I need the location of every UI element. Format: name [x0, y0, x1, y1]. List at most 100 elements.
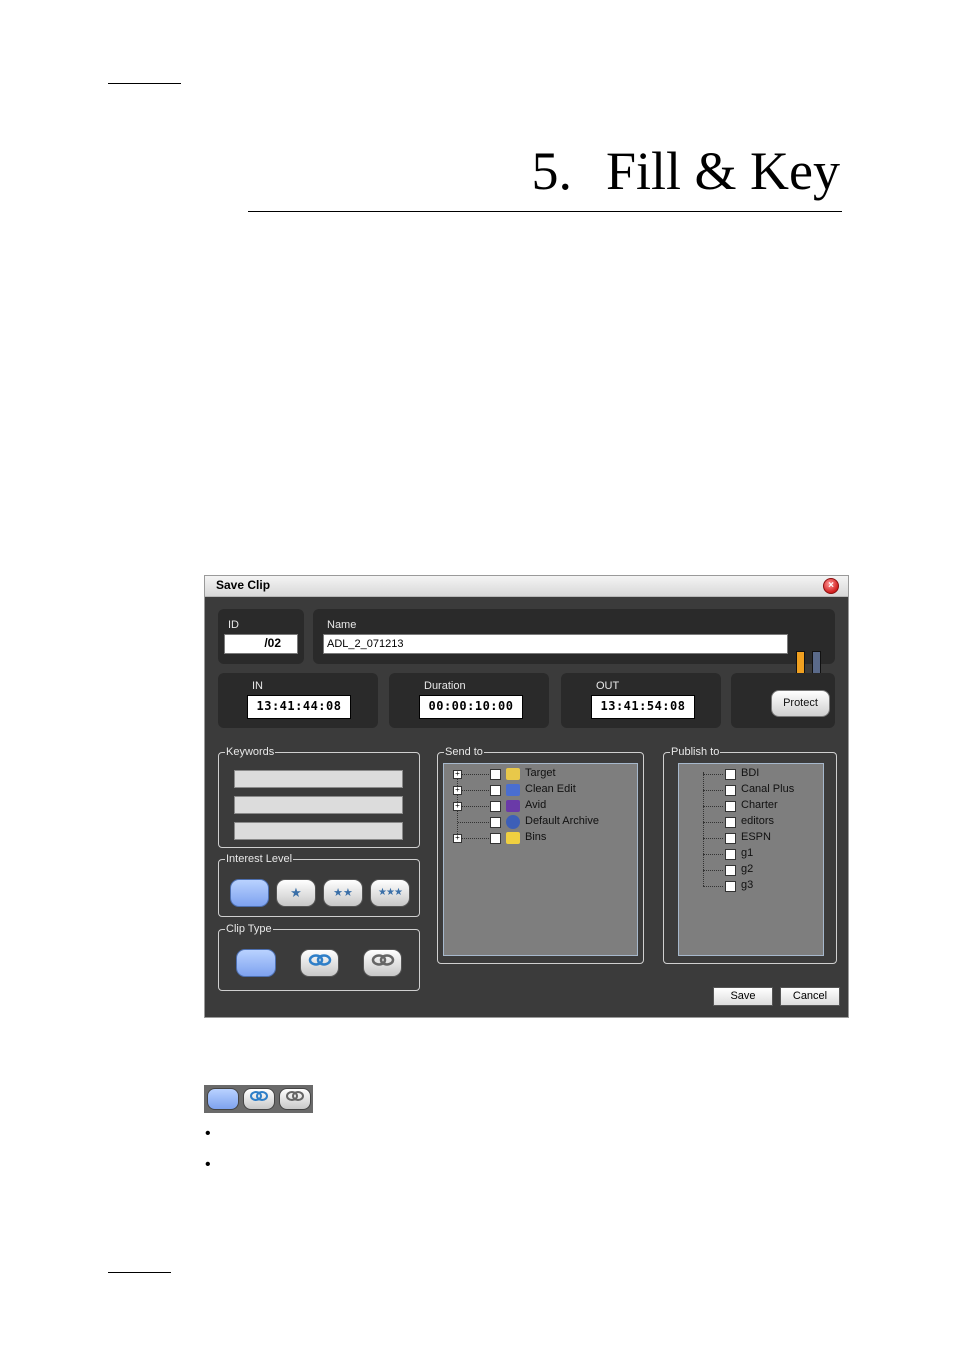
interest-level-group: Interest Level ★ ★★ ★★★	[218, 853, 420, 917]
interest-two-star-button[interactable]: ★★	[323, 879, 363, 907]
duration-panel: Duration 00:00:10:00	[389, 673, 549, 728]
bullet-2: •	[205, 1156, 211, 1173]
in-label: IN	[252, 680, 263, 692]
expand-icon[interactable]: +	[453, 770, 462, 779]
checkbox[interactable]	[725, 849, 736, 860]
in-timecode[interactable]: 13:41:44:08	[247, 695, 351, 719]
save-button[interactable]: Save	[713, 987, 773, 1006]
footer-rule	[108, 1272, 171, 1273]
item-label: Canal Plus	[741, 783, 795, 795]
save-clip-dialog: Save Clip × ID /02 Name ADL_2_071213 IN …	[204, 575, 849, 1018]
bin-icon	[506, 832, 520, 844]
send-to-tree[interactable]: + Target + Clean Edit + Avid Default Arc…	[443, 763, 638, 956]
link-icon	[250, 1091, 268, 1101]
checkbox[interactable]	[490, 785, 501, 796]
tree-line	[462, 790, 489, 791]
clip-type-strip	[204, 1085, 313, 1113]
clip-type-normal-button[interactable]	[236, 949, 276, 977]
chapter-number: 5.	[531, 141, 572, 201]
id-panel: ID /02	[218, 609, 304, 664]
name-panel: Name ADL_2_071213	[313, 609, 835, 686]
dialog-title: Save Clip	[216, 578, 271, 592]
clip-type-group: Clip Type	[218, 923, 420, 991]
dialog-titlebar[interactable]: Save Clip ×	[205, 576, 848, 597]
id-field[interactable]: /02	[224, 634, 298, 654]
checkbox[interactable]	[725, 865, 736, 876]
send-to-group: Send to + Target + Clean Edit + Avid Def…	[437, 746, 644, 964]
chapter-title: Fill & Key	[605, 141, 840, 201]
expand-icon[interactable]: +	[453, 802, 462, 811]
out-panel: OUT 13:41:54:08	[561, 673, 721, 728]
item-label: ESPN	[741, 831, 771, 843]
item-label: g2	[741, 863, 754, 875]
name-label: Name	[327, 619, 357, 631]
checkbox[interactable]	[725, 801, 736, 812]
avid-icon	[506, 800, 520, 812]
checkbox[interactable]	[490, 817, 501, 828]
checkbox[interactable]	[490, 833, 501, 844]
tree-line	[703, 790, 723, 791]
out-timecode[interactable]: 13:41:54:08	[591, 695, 695, 719]
item-label: Charter	[741, 799, 778, 811]
keywords-group: Keywords	[218, 746, 420, 848]
checkbox[interactable]	[725, 817, 736, 828]
strip-normal-button[interactable]	[207, 1088, 239, 1110]
duration-timecode[interactable]: 00:00:10:00	[419, 695, 523, 719]
item-label: Default Archive	[525, 815, 599, 827]
keyword-input-3[interactable]	[234, 822, 403, 840]
cancel-button[interactable]: Cancel	[780, 987, 840, 1006]
keyword-input-2[interactable]	[234, 796, 403, 814]
interest-one-star-button[interactable]: ★	[276, 879, 316, 907]
clean-edit-icon	[506, 784, 520, 796]
item-label: BDI	[741, 767, 760, 779]
expand-icon[interactable]: +	[453, 834, 462, 843]
item-label: Target	[525, 767, 556, 779]
close-icon[interactable]: ×	[823, 578, 839, 594]
expand-icon[interactable]: +	[453, 786, 462, 795]
tree-line	[703, 854, 723, 855]
archive-icon	[506, 815, 520, 829]
tree-line	[703, 870, 723, 871]
item-label: Avid	[525, 799, 547, 811]
checkbox[interactable]	[490, 801, 501, 812]
tree-line	[703, 806, 723, 807]
duration-label: Duration	[424, 680, 466, 692]
link-grey-icon	[286, 1091, 304, 1101]
clip-type-label: Clip Type	[226, 923, 272, 935]
keyword-input-1[interactable]	[234, 770, 403, 788]
checkbox[interactable]	[725, 785, 736, 796]
folder-icon	[506, 768, 520, 780]
send-to-label: Send to	[445, 746, 483, 758]
checkbox[interactable]	[725, 769, 736, 780]
strip-grey-linked-button[interactable]	[279, 1088, 311, 1110]
out-label: OUT	[596, 680, 620, 692]
checkbox[interactable]	[725, 881, 736, 892]
checkbox[interactable]	[725, 833, 736, 844]
item-label: Bins	[525, 831, 547, 843]
name-field[interactable]: ADL_2_071213	[323, 634, 788, 654]
publish-to-tree[interactable]: BDI Canal Plus Charter editors ESPN g1 g…	[678, 763, 824, 956]
in-panel: IN 13:41:44:08	[218, 673, 378, 728]
strip-linked-button[interactable]	[243, 1088, 275, 1110]
clip-type-linked-button[interactable]	[300, 949, 339, 977]
bullet-1: •	[205, 1125, 211, 1142]
item-label: editors	[741, 815, 775, 827]
keywords-label: Keywords	[226, 746, 275, 758]
interest-level-label: Interest Level	[226, 853, 293, 865]
tree-line	[458, 822, 489, 823]
checkbox[interactable]	[490, 769, 501, 780]
publish-to-label: Publish to	[671, 746, 720, 758]
item-label: Clean Edit	[525, 783, 576, 795]
tree-line	[462, 838, 489, 839]
link-grey-icon	[371, 954, 394, 966]
id-label: ID	[228, 619, 239, 631]
clip-type-grey-linked-button[interactable]	[363, 949, 402, 977]
protect-button[interactable]: Protect	[771, 690, 830, 717]
interest-three-star-button[interactable]: ★★★	[370, 879, 410, 907]
interest-none-button[interactable]	[230, 879, 269, 907]
item-label: g3	[741, 879, 754, 891]
tree-line	[462, 774, 489, 775]
tree-line	[703, 886, 723, 887]
item-label: g1	[741, 847, 754, 859]
tree-line	[462, 806, 489, 807]
